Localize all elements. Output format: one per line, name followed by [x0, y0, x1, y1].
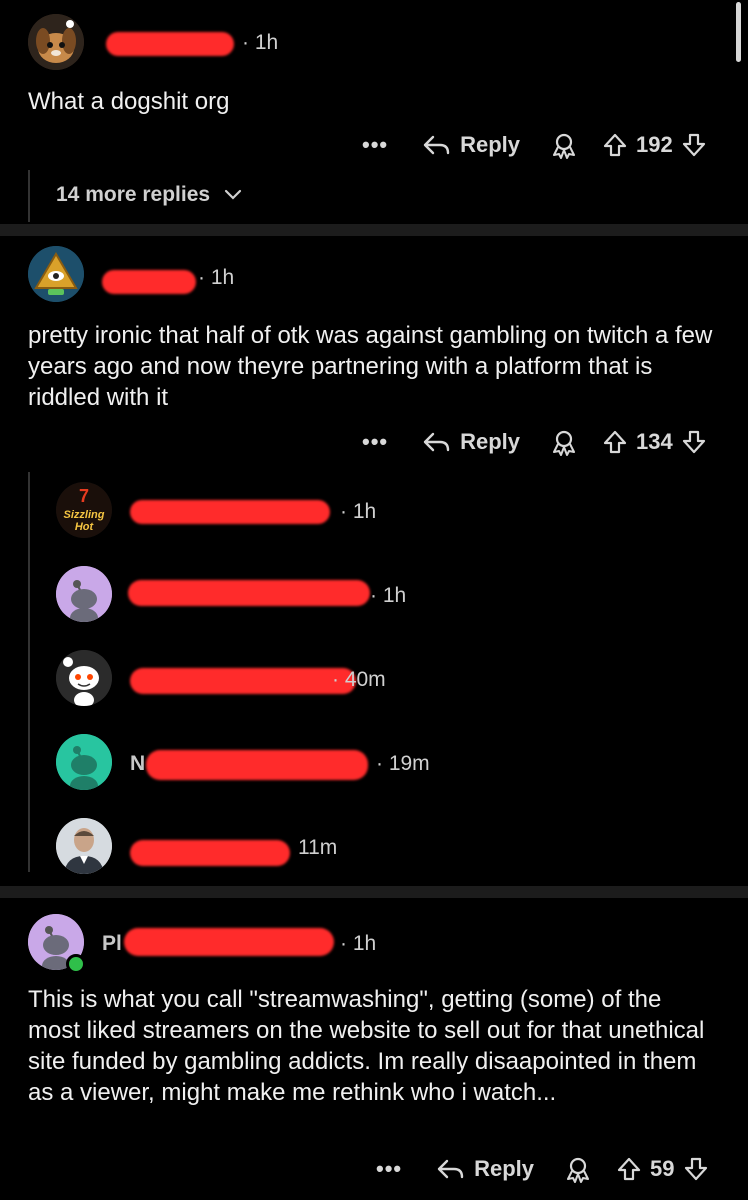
snoo-avatar-icon	[56, 566, 112, 622]
redacted-username	[128, 580, 370, 606]
more-options-button[interactable]: •••	[362, 429, 388, 455]
reply-time: · 1h	[340, 500, 377, 523]
scrollbar[interactable]	[736, 2, 741, 62]
vote-control: 134	[602, 429, 707, 455]
reply-label: Reply	[474, 1156, 535, 1181]
svg-text:Sizzling: Sizzling	[64, 509, 105, 521]
upvote-icon[interactable]	[616, 1156, 642, 1182]
award-icon	[553, 430, 576, 456]
redacted-username	[102, 270, 196, 294]
reply-time: · 40m	[332, 668, 386, 691]
snoo-white-avatar-icon	[56, 650, 112, 706]
downvote-icon[interactable]	[681, 132, 707, 158]
comment-actions: ••• Reply 192	[362, 125, 707, 165]
vote-count: 59	[650, 1156, 675, 1181]
comment-actions: ••• Reply 59	[376, 1149, 709, 1189]
comment-actions: ••• Reply 134	[362, 422, 707, 462]
reply-label: Reply	[460, 132, 521, 157]
reply-label: Reply	[460, 429, 521, 454]
thread-line	[28, 472, 30, 872]
online-indicator	[66, 954, 86, 974]
reply-icon	[437, 1159, 464, 1179]
sizzling-hot-avatar-icon: 7 Sizzling Hot	[56, 482, 112, 538]
snoo-teal-avatar-icon	[56, 734, 112, 790]
comment-divider	[0, 886, 748, 898]
chevron-down-icon	[224, 189, 242, 200]
downvote-icon[interactable]	[683, 1156, 709, 1182]
avatar[interactable]	[56, 650, 112, 706]
reply-button[interactable]: Reply	[422, 429, 520, 455]
upvote-icon[interactable]	[602, 429, 628, 455]
more-options-button[interactable]: •••	[376, 1156, 402, 1182]
svg-text:Hot: Hot	[75, 521, 95, 533]
comment-time: · 1h	[340, 932, 377, 955]
comment-body: What a dogshit org	[28, 88, 230, 115]
avatar[interactable]	[56, 818, 112, 874]
username-prefix: N	[130, 752, 146, 775]
vote-count: 192	[636, 132, 673, 157]
avatar[interactable]: 7 Sizzling Hot	[56, 482, 112, 538]
reply-time: · 1h	[370, 584, 407, 607]
svg-text:7: 7	[79, 486, 89, 506]
thread-line	[28, 170, 30, 222]
reply-icon	[423, 135, 450, 155]
reply-icon	[423, 432, 450, 452]
vote-count: 134	[636, 429, 673, 454]
award-icon	[553, 133, 576, 159]
username-prefix: Pl	[102, 932, 122, 955]
reply-time: 11m	[298, 836, 338, 859]
comment-body: pretty ironic that half of otk was again…	[28, 322, 713, 411]
avatar[interactable]	[56, 734, 112, 790]
award-button[interactable]	[550, 428, 578, 456]
avatar[interactable]	[28, 14, 84, 70]
redacted-username	[146, 750, 368, 780]
redacted-username	[130, 500, 330, 524]
redacted-username	[130, 668, 356, 694]
pyramid-eye-avatar-icon	[28, 246, 84, 302]
downvote-icon[interactable]	[681, 429, 707, 455]
award-button[interactable]	[550, 131, 578, 159]
redacted-username	[124, 928, 334, 956]
comment-divider	[0, 224, 748, 236]
vote-control: 192	[602, 132, 707, 158]
reply-button[interactable]: Reply	[436, 1156, 534, 1182]
comment-time: · 1h	[242, 31, 279, 54]
redacted-username	[130, 840, 290, 866]
comment-time: · 1h	[198, 266, 235, 289]
comment-body: This is what you call "streamwashing", g…	[28, 986, 705, 1106]
award-button[interactable]	[564, 1155, 592, 1183]
upvote-icon[interactable]	[602, 132, 628, 158]
avatar[interactable]	[28, 246, 84, 302]
more-replies-button[interactable]: 14 more replies	[56, 183, 242, 207]
reply-button[interactable]: Reply	[422, 132, 520, 158]
award-icon	[567, 1157, 590, 1183]
photo-avatar-icon	[56, 818, 112, 874]
vote-control: 59	[616, 1156, 708, 1182]
reply-time: · 19m	[376, 752, 430, 775]
more-options-button[interactable]: •••	[362, 132, 388, 158]
more-replies-label: 14 more replies	[56, 183, 211, 206]
redacted-username	[106, 32, 234, 56]
avatar[interactable]	[56, 566, 112, 622]
dog-avatar-icon	[28, 14, 84, 70]
